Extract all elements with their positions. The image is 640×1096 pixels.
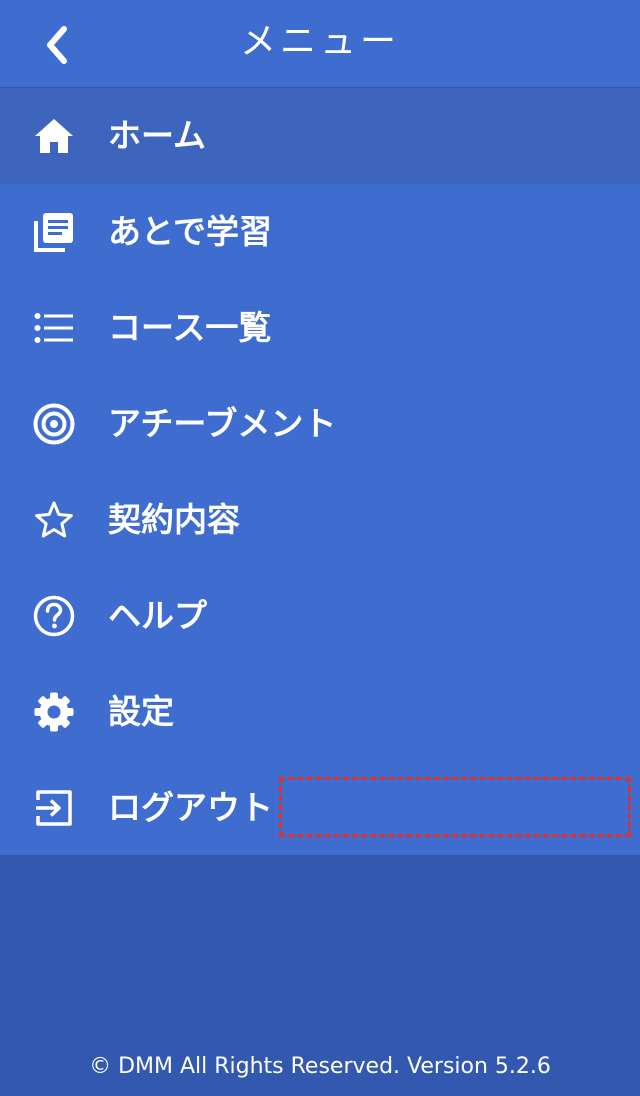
menu-item-settings[interactable]: 設定 <box>0 664 640 760</box>
menu-item-contract[interactable]: 契約内容 <box>0 472 640 568</box>
menu-item-label: ホーム <box>108 116 207 155</box>
menu-item-logout[interactable]: ログアウト <box>0 760 640 856</box>
menu-item-achievement[interactable]: アチーブメント <box>0 376 640 472</box>
home-icon <box>32 114 76 158</box>
page-title: メニュー <box>239 21 400 62</box>
menu-item-label: 契約内容 <box>108 500 240 539</box>
menu-item-label: ログアウト <box>108 788 273 827</box>
menu-item-label: アチーブメント <box>108 404 337 443</box>
menu-item-label: コース一覧 <box>108 308 272 347</box>
help-circle-icon <box>32 594 76 638</box>
menu-item-label: あとで学習 <box>108 212 273 251</box>
target-icon <box>32 402 76 446</box>
menu-item-home[interactable]: ホーム <box>0 88 640 184</box>
logout-icon <box>32 786 76 830</box>
menu-item-study-later[interactable]: あとで学習 <box>0 184 640 280</box>
menu-item-help[interactable]: ヘルプ <box>0 568 640 664</box>
app-header: メニュー <box>0 0 640 88</box>
menu-item-course-list[interactable]: コース一覧 <box>0 280 640 376</box>
list-icon <box>32 306 76 350</box>
menu-list: ホーム あとで学習 コース一覧 アチーブメント 契約内容 ヘルプ 設定 ログアウ… <box>0 88 640 856</box>
gear-icon <box>32 690 76 734</box>
menu-item-label: ヘルプ <box>108 596 207 635</box>
library-icon <box>32 210 76 254</box>
copyright-footer: © DMM All Rights Reserved. Version 5.2.6 <box>89 1054 551 1079</box>
star-icon <box>32 498 76 542</box>
menu-item-label: 設定 <box>108 692 174 731</box>
